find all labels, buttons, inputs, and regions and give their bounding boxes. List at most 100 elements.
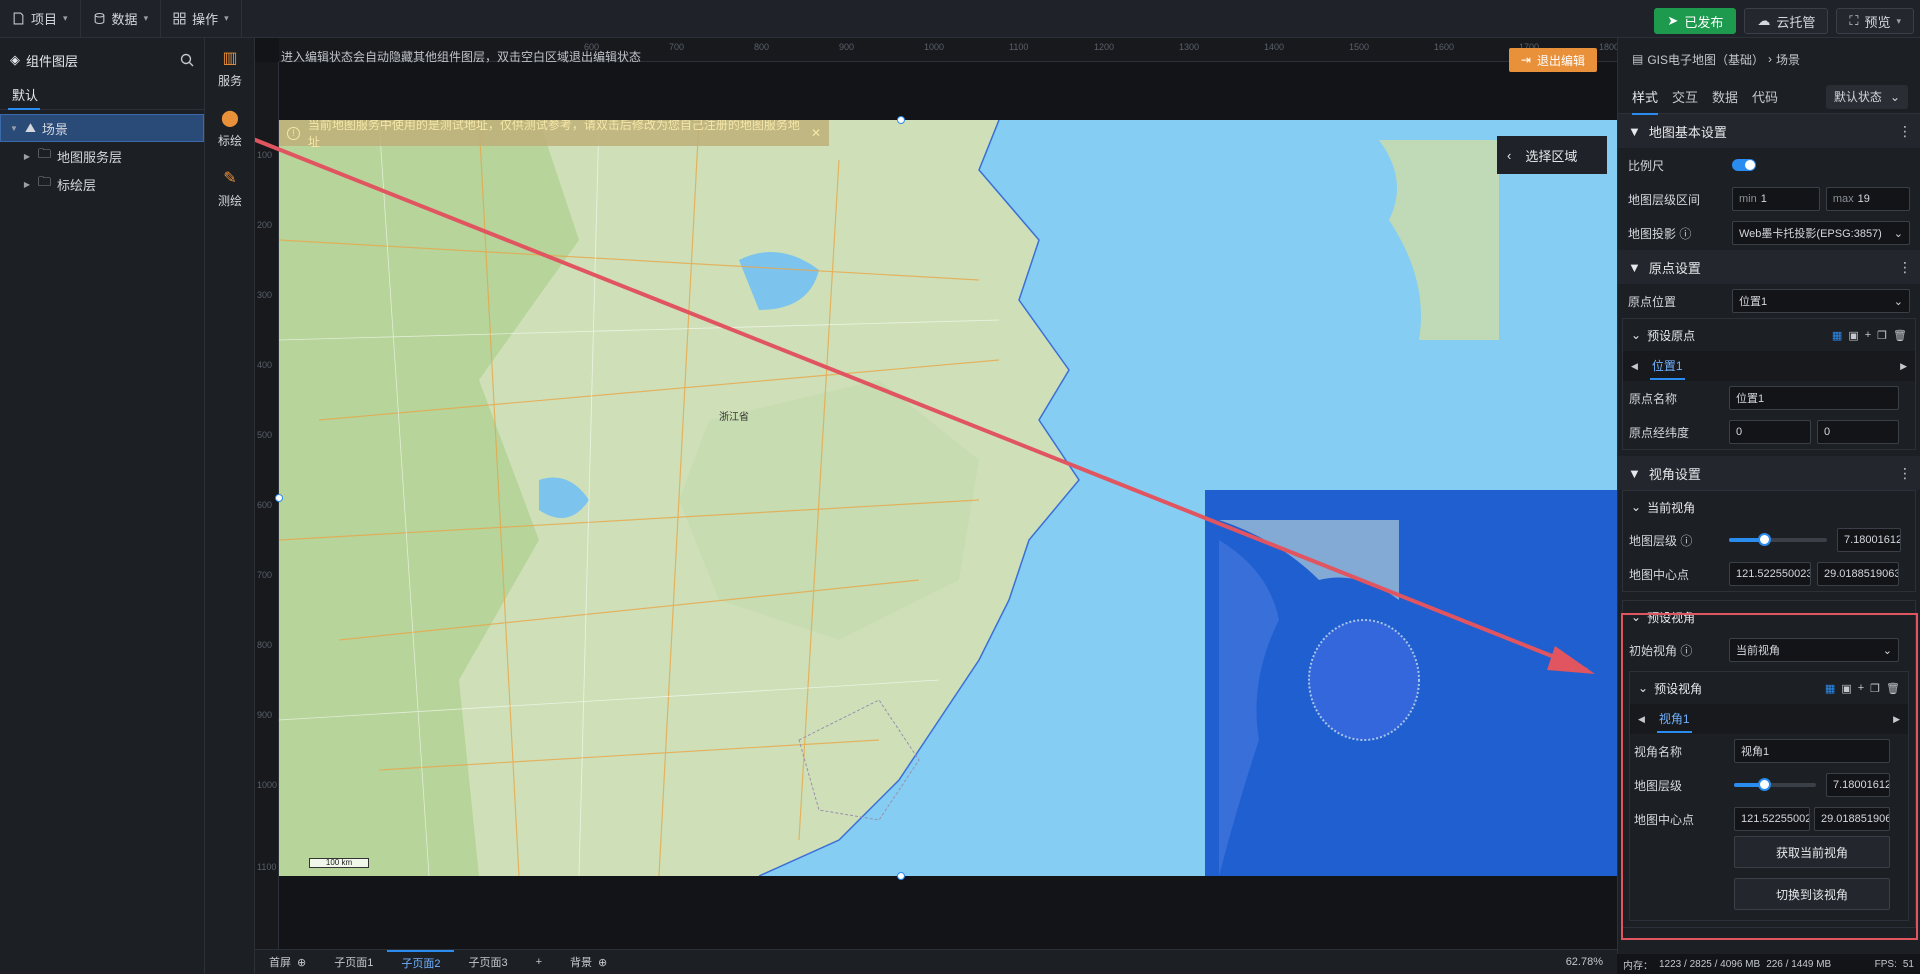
preset-view-list-header[interactable]: ⌄ 预设视角 ▦ ▣ + ❐ 🗑	[1630, 672, 1908, 704]
ruler-label: 1200	[1094, 42, 1115, 52]
current-zoom-input[interactable]: 7.180016129	[1837, 528, 1901, 552]
layout-grid-icon[interactable]: ▣	[1848, 329, 1858, 342]
resize-handle[interactable]	[897, 872, 905, 880]
map-view[interactable]: 浙江省 ! 当前地图服务中使用的是测试地址，仅供测试参考，请双击后修改为您自己注…	[279, 120, 1617, 876]
tool-plot[interactable]: ⬤ 标绘	[205, 98, 255, 158]
get-current-view-button[interactable]: 获取当前视角	[1734, 836, 1890, 868]
view-name-input[interactable]: 视角1	[1734, 739, 1890, 763]
current-center-lng-input[interactable]: 121.5225500236	[1729, 562, 1811, 586]
add-icon[interactable]: ⊕	[598, 956, 607, 969]
exit-edit-button[interactable]: ⇥ 退出编辑	[1508, 48, 1597, 72]
layout-grid-icon[interactable]: ▣	[1841, 682, 1851, 695]
help-icon[interactable]: ⓘ	[1680, 644, 1692, 658]
initial-view-select[interactable]: 当前视角 ⌄	[1729, 638, 1899, 662]
caret-right-icon[interactable]: ▶	[1900, 361, 1907, 372]
delete-icon[interactable]: 🗑	[1886, 682, 1900, 695]
caret-right-icon[interactable]: ▶	[22, 152, 32, 161]
more-icon[interactable]: ⋮	[1898, 123, 1912, 140]
preset-origin-tab[interactable]: 位置1	[1649, 353, 1685, 380]
layer-item-map-service[interactable]: ▶ 🗀 地图服务层	[0, 142, 204, 170]
view-center-lat-input[interactable]: 29.018851906	[1814, 807, 1890, 831]
zoom-max-input[interactable]: max 19	[1825, 187, 1910, 211]
caret-right-icon[interactable]: ▶	[1893, 714, 1900, 725]
tool-measure[interactable]: ✎ 测绘	[205, 158, 255, 218]
page-tab-sub2[interactable]: 子页面2	[387, 949, 455, 974]
current-center-lat-input[interactable]: 29.0188519063(	[1817, 562, 1899, 586]
tab-data[interactable]: 数据	[1712, 87, 1738, 106]
copy-icon[interactable]: ❐	[1877, 329, 1887, 342]
tab-code[interactable]: 代码	[1752, 87, 1778, 106]
resize-handle[interactable]	[897, 116, 905, 124]
page-tab-sub3[interactable]: 子页面3	[454, 950, 521, 974]
more-icon[interactable]: ⋮	[1898, 465, 1912, 482]
tool-service[interactable]: ▥ 服务	[205, 38, 255, 98]
cloud-button[interactable]: ☁ 云托管	[1744, 8, 1829, 34]
slider-knob[interactable]	[1758, 533, 1772, 546]
copy-icon[interactable]: ❐	[1870, 682, 1880, 695]
section-origin[interactable]: ▼ 原点设置 ⋮	[1618, 250, 1920, 284]
add-page-button[interactable]: +	[522, 950, 556, 974]
breadcrumb-item[interactable]: GIS电子地图（基础）	[1647, 51, 1764, 68]
preset-origin-header[interactable]: ⌄ 预设原点 ▦ ▣ + ❐ 🗑	[1623, 319, 1915, 351]
zoom-min-input[interactable]: min 1	[1732, 187, 1820, 211]
caret-left-icon[interactable]: ◀	[1631, 361, 1638, 372]
select-area-button[interactable]: ‹ 选择区域	[1497, 136, 1607, 174]
caret-down-icon[interactable]: ▼	[9, 124, 19, 133]
help-icon[interactable]: ⓘ	[1679, 227, 1691, 241]
layout-horizontal-icon[interactable]: ▦	[1825, 682, 1835, 695]
page-tab-home[interactable]: 首屏 ⊕	[255, 950, 320, 974]
delete-icon[interactable]: 🗑	[1893, 329, 1907, 342]
view-zoom-slider[interactable]	[1734, 778, 1816, 791]
view-center-lng-input[interactable]: 121.522550023	[1734, 807, 1810, 831]
page-tab-background[interactable]: 背景 ⊕	[556, 950, 621, 974]
origin-lnglat-row: 原点经纬度 0 0	[1623, 415, 1915, 449]
origin-lat-input[interactable]: 0	[1817, 420, 1899, 444]
current-view-header[interactable]: ⌄ 当前视角	[1623, 491, 1915, 523]
switch-view-button[interactable]: 切换到该视角	[1734, 878, 1890, 910]
preset-view-actions: ▦ ▣ + ❐ 🗑	[1825, 682, 1900, 695]
tab-interaction[interactable]: 交互	[1672, 87, 1698, 106]
help-icon[interactable]: ⓘ	[1680, 534, 1692, 548]
caret-left-icon[interactable]: ◀	[1638, 714, 1645, 725]
add-icon[interactable]: +	[1858, 682, 1864, 695]
page-tab-label: 子页面3	[468, 957, 508, 969]
add-icon[interactable]: ⊕	[297, 956, 306, 969]
menu-project[interactable]: 项目 ▾	[0, 0, 81, 38]
menu-operate[interactable]: 操作 ▾	[161, 0, 242, 38]
current-zoom-slider[interactable]	[1729, 533, 1827, 546]
section-view[interactable]: ▼ 视角设置 ⋮	[1618, 456, 1920, 490]
resize-handle[interactable]	[275, 494, 283, 502]
published-button[interactable]: ➤ 已发布	[1654, 8, 1737, 34]
chevron-down-icon: ▾	[224, 13, 229, 23]
tab-style[interactable]: 样式	[1632, 87, 1659, 115]
slider-knob[interactable]	[1757, 778, 1771, 791]
editor-canvas[interactable]: 600 700 800 900 1000 1100 1200 1300 1400…	[255, 38, 1617, 949]
published-label: 已发布	[1684, 14, 1724, 30]
zoom-level[interactable]: 62.78%	[1552, 950, 1617, 974]
folder-icon: 🗀	[38, 174, 52, 189]
projection-select[interactable]: Web墨卡托投影(EPSG:3857) ⌄	[1732, 221, 1910, 245]
origin-name-input[interactable]: 位置1	[1729, 386, 1899, 410]
property-tabs: 样式 交互 数据 代码 默认状态 ⌄	[1618, 80, 1920, 115]
origin-lng-input[interactable]: 0	[1729, 420, 1811, 444]
origin-position-select[interactable]: 位置1 ⌄	[1732, 289, 1910, 313]
scale-toggle[interactable]	[1732, 159, 1756, 171]
more-icon[interactable]: ⋮	[1898, 259, 1912, 276]
search-icon[interactable]	[180, 53, 194, 67]
state-select[interactable]: 默认状态 ⌄	[1825, 84, 1908, 109]
preview-button[interactable]: ⛶ 预览 ▾	[1836, 8, 1914, 34]
layer-item-scene[interactable]: ▼ ⛰ 场景	[0, 114, 204, 142]
menu-data[interactable]: 数据 ▾	[81, 0, 162, 38]
preset-view-tab[interactable]: 视角1	[1656, 706, 1692, 733]
layer-item-plot[interactable]: ▶ 🗀 标绘层	[0, 170, 204, 198]
layers-tab-default[interactable]: 默认	[0, 82, 204, 110]
layout-horizontal-icon[interactable]: ▦	[1832, 329, 1842, 342]
preset-view-header[interactable]: ⌄ 预设视角	[1623, 601, 1915, 633]
close-icon[interactable]: ✕	[811, 126, 821, 140]
add-icon[interactable]: +	[1865, 329, 1871, 342]
view-zoom-input[interactable]: 7.180016129	[1826, 773, 1890, 797]
caret-down-icon: ▼	[1628, 123, 1641, 139]
caret-right-icon[interactable]: ▶	[22, 180, 32, 189]
section-map-basic[interactable]: ▼ 地图基本设置 ⋮	[1618, 114, 1920, 148]
page-tab-sub1[interactable]: 子页面1	[320, 950, 387, 974]
